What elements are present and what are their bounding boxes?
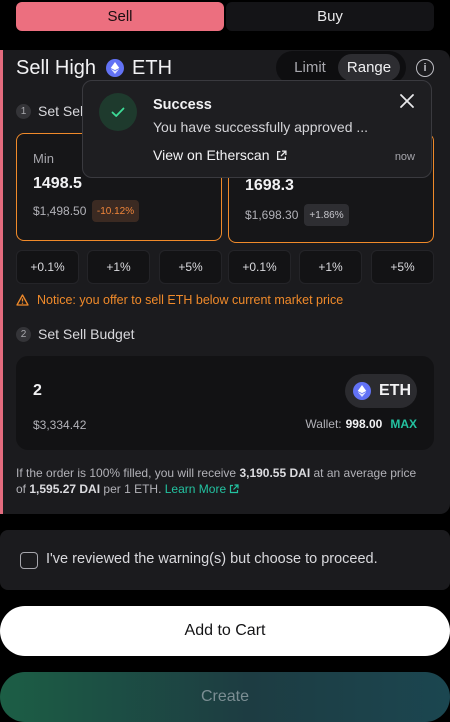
external-link-icon — [230, 484, 240, 494]
budget-asset-selector[interactable]: ETH — [345, 374, 417, 408]
learn-more-link[interactable]: Learn More — [165, 482, 240, 496]
summary-text: If the order is 100% filled, you will re… — [16, 466, 240, 480]
external-link-icon — [277, 149, 288, 160]
success-toast: Success You have successfully approved .… — [82, 80, 432, 178]
toast-title: Success — [153, 97, 212, 113]
toast-time: now — [394, 151, 415, 163]
toast-link-label: View on Etherscan — [153, 147, 270, 163]
eth-icon — [353, 382, 371, 400]
order-summary: If the order is 100% filled, you will re… — [16, 465, 426, 497]
warning-icon — [16, 294, 29, 306]
range-tab[interactable]: Range — [338, 54, 400, 81]
notice-text: Notice: you offer to sell ETH below curr… — [37, 293, 344, 307]
eth-icon — [106, 59, 125, 77]
view-on-etherscan-link[interactable]: View on Etherscan — [153, 147, 288, 163]
side-toggle: Sell Buy — [16, 0, 434, 32]
min-price-usd: $1,498.50 — [33, 204, 87, 218]
budget-card: 2 $3,334.42 ETH Wallet: 998.00 MAX — [16, 356, 434, 450]
add-to-cart-button[interactable]: Add to Cart — [0, 606, 450, 656]
budget-usd: $3,334.42 — [33, 418, 87, 432]
min-plus-5-button[interactable]: +5% — [159, 250, 222, 284]
max-price-value[interactable]: 1698.3 — [245, 177, 294, 195]
min-plus-0-1-button[interactable]: +0.1% — [16, 250, 79, 284]
wallet-value: 998.00 — [345, 417, 383, 431]
max-plus-1-button[interactable]: +1% — [299, 250, 362, 284]
step-number: 1 — [16, 103, 31, 119]
limit-tab[interactable]: Limit — [284, 54, 336, 81]
panel-title-row: Sell High ETH — [16, 56, 172, 80]
acknowledge-label[interactable]: I've reviewed the warning(s) but choose … — [46, 551, 378, 567]
wallet-label: Wallet: — [305, 417, 342, 431]
budget-amount-input[interactable]: 2 — [33, 382, 42, 400]
info-icon[interactable]: i — [416, 59, 434, 77]
average-price: 1,595.27 DAI — [29, 482, 101, 496]
acknowledge-checkbox[interactable] — [20, 552, 38, 569]
budget-asset-label: ETH — [379, 382, 411, 399]
receive-amount: 3,190.55 DAI — [239, 466, 311, 480]
min-plus-1-button[interactable]: +1% — [87, 250, 150, 284]
step-set-budget: 2 Set Sell Budget — [16, 326, 135, 342]
price-notice: Notice: you offer to sell ETH below curr… — [16, 293, 343, 307]
close-icon[interactable] — [398, 92, 416, 110]
sell-tab[interactable]: Sell — [16, 2, 224, 31]
panel-title: Sell High — [16, 56, 97, 79]
max-plus-0-1-button[interactable]: +0.1% — [228, 250, 291, 284]
step-number: 2 — [16, 326, 31, 342]
min-change-badge: -10.12% — [92, 200, 139, 222]
panel-asset: ETH — [132, 56, 173, 79]
create-button[interactable]: Create — [0, 672, 450, 722]
max-price-usd: $1,698.30 — [245, 208, 299, 222]
max-button[interactable]: MAX — [390, 417, 417, 431]
toast-message: You have successfully approved ... — [153, 119, 369, 135]
max-change-badge: +1.86% — [304, 204, 349, 226]
wallet-balance: Wallet: 998.00 MAX — [305, 417, 417, 431]
min-price-value[interactable]: 1498.5 — [33, 175, 82, 193]
step-label: Set Sell — [38, 103, 87, 119]
max-plus-5-button[interactable]: +5% — [371, 250, 434, 284]
min-label: Min — [33, 151, 54, 166]
warning-acknowledgement: I've reviewed the warning(s) but choose … — [0, 530, 450, 590]
step-set-sell: 1 Set Sell — [16, 103, 86, 119]
check-icon — [99, 93, 137, 131]
buy-tab[interactable]: Buy — [226, 2, 434, 31]
learn-more-label: Learn More — [164, 482, 227, 496]
summary-text: per 1 ETH. — [100, 482, 165, 496]
step-label: Set Sell Budget — [38, 326, 135, 342]
